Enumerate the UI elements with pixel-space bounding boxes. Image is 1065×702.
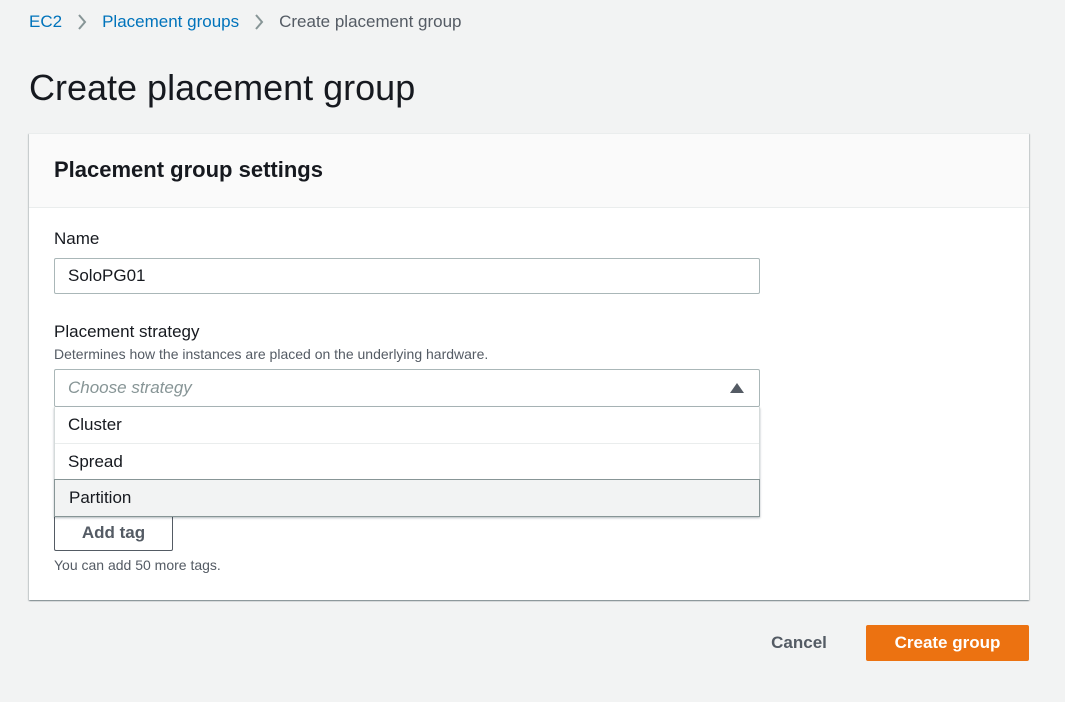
chevron-right-icon [252, 14, 266, 30]
name-label: Name [54, 229, 100, 248]
strategy-dropdown: Cluster Spread Partition [54, 407, 760, 517]
strategy-label: Placement strategy [54, 322, 200, 341]
strategy-option-cluster[interactable]: Cluster [55, 407, 759, 443]
strategy-description: Determines how the instances are placed … [54, 346, 489, 362]
strategy-option-spread[interactable]: Spread [55, 443, 759, 479]
strategy-select[interactable]: Choose strategy [54, 369, 760, 407]
breadcrumb: EC2 Placement groups Create placement gr… [29, 11, 462, 33]
page-title: Create placement group [29, 67, 416, 108]
panel-title: Placement group settings [54, 157, 323, 182]
breadcrumb-current: Create placement group [279, 12, 462, 31]
strategy-option-partition[interactable]: Partition [54, 479, 760, 517]
settings-panel: Placement group settings Name Placement … [29, 133, 1029, 600]
strategy-placeholder: Choose strategy [68, 378, 192, 397]
chevron-right-icon [75, 14, 89, 30]
page: EC2 Placement groups Create placement gr… [0, 0, 1065, 702]
panel-header: Placement group settings [29, 134, 1029, 208]
breadcrumb-placement-groups[interactable]: Placement groups [102, 12, 239, 32]
cancel-button[interactable]: Cancel [757, 625, 841, 661]
tags-hint: You can add 50 more tags. [54, 557, 221, 573]
caret-up-icon [730, 383, 744, 393]
add-tag-button[interactable]: Add tag [54, 514, 173, 551]
create-group-button[interactable]: Create group [866, 625, 1029, 661]
breadcrumb-ec2[interactable]: EC2 [29, 12, 62, 32]
name-input[interactable] [54, 258, 760, 294]
